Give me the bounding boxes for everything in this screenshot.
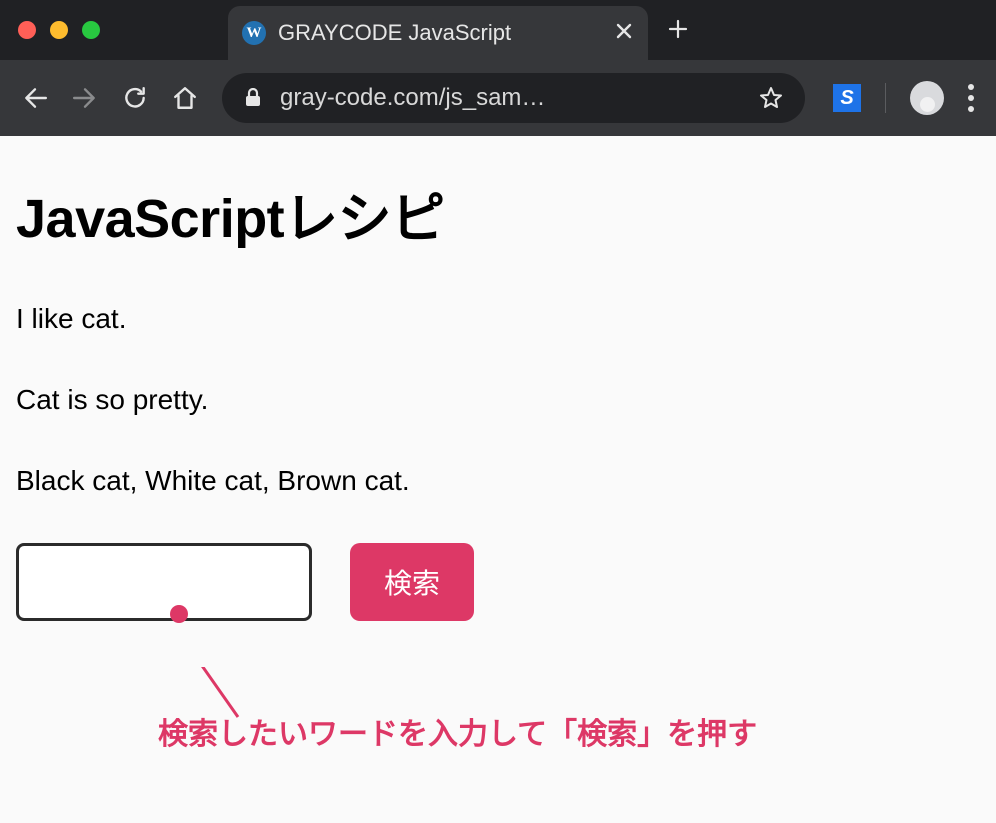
search-button[interactable]: 検索 (350, 543, 474, 621)
paragraph: Black cat, White cat, Brown cat. (16, 461, 980, 500)
tab-title: GRAYCODE JavaScript (278, 20, 564, 46)
menu-button[interactable] (968, 84, 974, 112)
maximize-window-button[interactable] (82, 21, 100, 39)
extension-s-icon[interactable]: S (833, 84, 861, 112)
close-window-button[interactable] (18, 21, 36, 39)
paragraph: Cat is so pretty. (16, 380, 980, 419)
page-heading: JavaScriptレシピ (16, 174, 980, 253)
toolbar-separator (885, 83, 886, 113)
profile-avatar-button[interactable] (910, 81, 944, 115)
browser-toolbar: gray-code.com/js_sam… S (0, 60, 996, 136)
home-button[interactable] (172, 85, 198, 111)
url-text: gray-code.com/js_sam… (280, 84, 741, 112)
window-controls (18, 21, 100, 39)
search-input[interactable] (16, 543, 312, 621)
titlebar: W GRAYCODE JavaScript (0, 0, 996, 60)
address-bar[interactable]: gray-code.com/js_sam… (222, 73, 805, 123)
wordpress-favicon-icon: W (242, 21, 266, 45)
browser-tab[interactable]: W GRAYCODE JavaScript (228, 6, 648, 60)
paragraph: I like cat. (16, 299, 980, 338)
back-button[interactable] (22, 85, 48, 111)
bookmark-star-icon[interactable] (759, 86, 783, 110)
tab-close-button[interactable] (616, 22, 632, 45)
page-content: JavaScriptレシピ I like cat. Cat is so pret… (0, 136, 996, 753)
forward-button[interactable] (72, 85, 98, 111)
reload-button[interactable] (122, 85, 148, 111)
browser-chrome: W GRAYCODE JavaScript gray-code.com/js (0, 0, 996, 136)
search-row: 検索 (16, 543, 980, 621)
new-tab-button[interactable] (668, 15, 688, 46)
minimize-window-button[interactable] (50, 21, 68, 39)
annotation-pointer-dot (170, 605, 188, 623)
annotation-text: 検索したいワードを入力して「検索」を押す (158, 709, 980, 753)
lock-icon (244, 88, 262, 108)
